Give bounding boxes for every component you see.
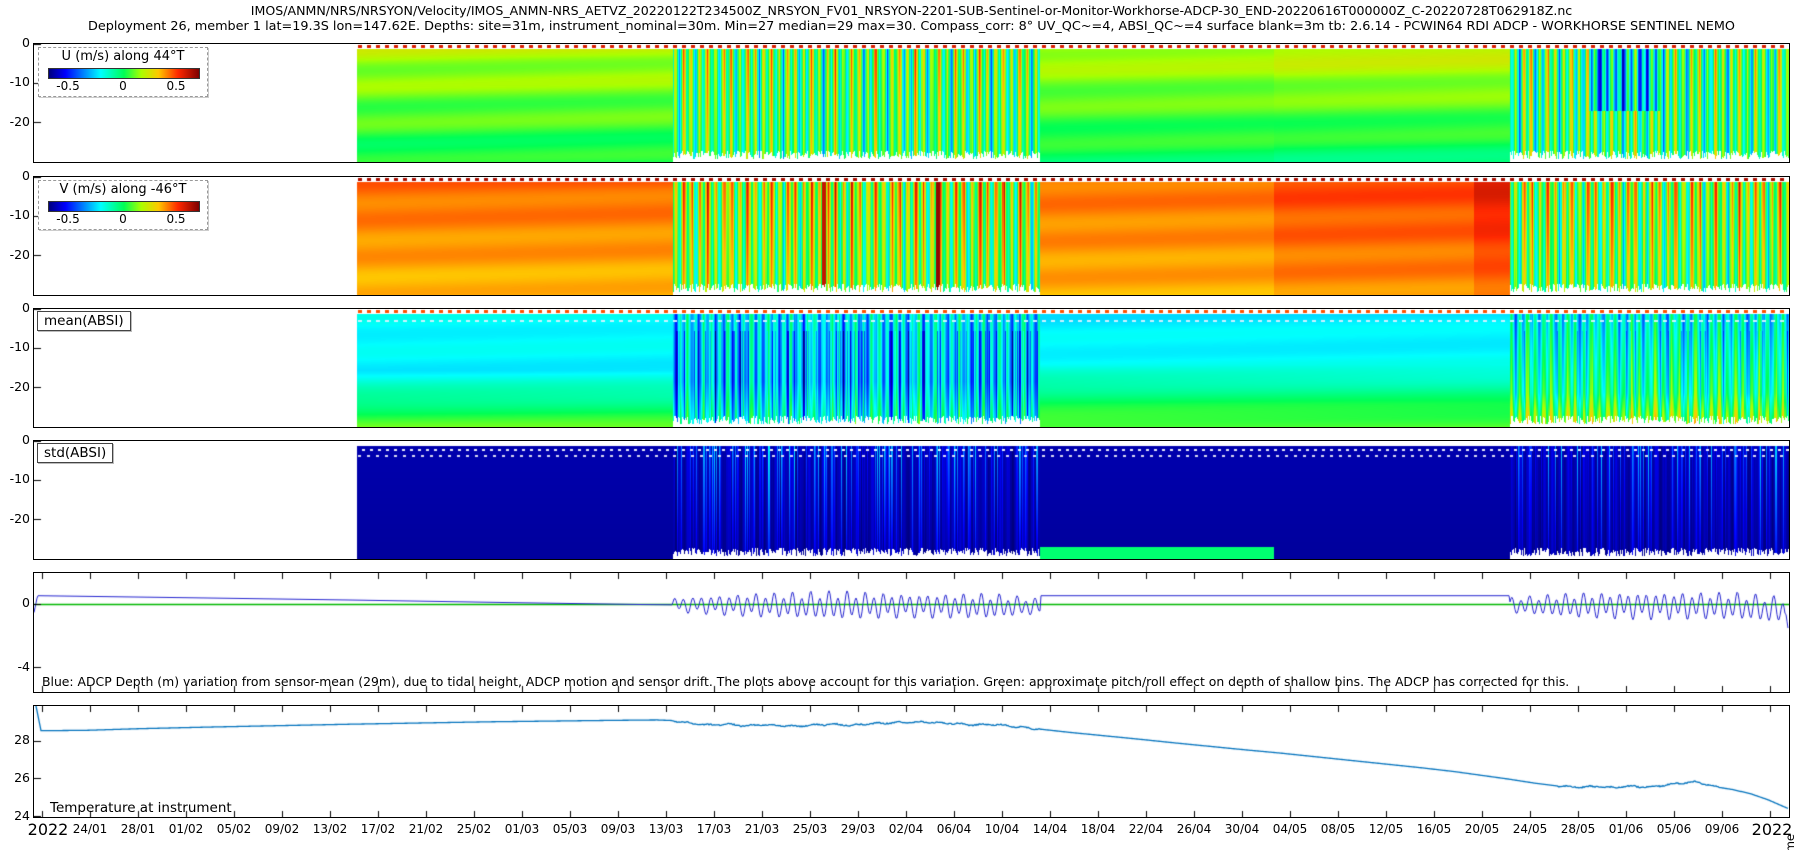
y-tick-label: -20 xyxy=(9,113,30,129)
y-tick-label: -10 xyxy=(9,74,30,90)
figure-title: IMOS/ANMN/NRS/NRSYON/Velocity/IMOS_ANMN-… xyxy=(250,3,1573,18)
u-colorbar-tick: 0.5 xyxy=(166,79,186,93)
panel-u-velocity: U (m/s) along 44°T -0.5 0 0.5 xyxy=(33,43,1790,163)
x-tick-label: 13/03 xyxy=(648,822,684,836)
x-tick-label: 24/01 xyxy=(72,822,108,836)
y-tick-label: 0 xyxy=(22,595,30,611)
x-tick-label: 21/02 xyxy=(408,822,444,836)
x-tick-label: 05/03 xyxy=(552,822,588,836)
adcp-deployment-figure: IMOS/ANMN/NRS/NRSYON/Velocity/IMOS_ANMN-… xyxy=(0,0,1800,850)
x-tick-label: 02/04 xyxy=(888,822,924,836)
y-tick-label: 24 xyxy=(14,808,30,823)
x-tick-label: 13/02 xyxy=(312,822,348,836)
x-tick-label: 22/04 xyxy=(1128,822,1164,836)
panel-depth-variation: Blue: ADCP Depth (m) variation from sens… xyxy=(33,572,1790,693)
x-tick-label: 12/05 xyxy=(1368,822,1404,836)
x-tick-label: 01/03 xyxy=(504,822,540,836)
x-tick-label: 24/05 xyxy=(1512,822,1548,836)
figure-subtitle: Deployment 26, member 1 lat=19.3S lon=14… xyxy=(87,19,1735,34)
u-legend-title: U (m/s) along 44°T xyxy=(61,49,185,64)
x-tick-label: 28/01 xyxy=(120,822,156,836)
x-tick-label: 06/04 xyxy=(936,822,972,836)
v-colorbar-tick: -0.5 xyxy=(56,212,80,226)
x-tick-label: 16/05 xyxy=(1416,822,1452,836)
v-colorbar-tick: 0.5 xyxy=(166,212,186,226)
x-tick-label: 09/02 xyxy=(264,822,300,836)
imos-credit-vertical: © IMOS 21-Dec-2024 21:56:07 Hobart time xyxy=(1783,834,1797,850)
y-tick-label: -20 xyxy=(9,378,30,394)
x-tick-label: 30/04 xyxy=(1224,822,1260,836)
temperature-lineplot xyxy=(34,706,1789,817)
u-colorbar-tick: -0.5 xyxy=(56,79,80,93)
y-tick-label: 0 xyxy=(22,168,30,183)
x-tick-label: 17/02 xyxy=(360,822,396,836)
y-tick-label: 0 xyxy=(22,300,30,315)
y-tick-label: -20 xyxy=(9,246,30,262)
y-tick-label: 28 xyxy=(14,731,30,747)
mean-absi-label: mean(ABSI) xyxy=(37,311,131,331)
x-tick-label: 05/02 xyxy=(216,822,252,836)
x-tick-label: 29/03 xyxy=(840,822,876,836)
x-tick-label: 18/04 xyxy=(1080,822,1116,836)
x-tick-label: 09/03 xyxy=(600,822,636,836)
y-tick-label: -10 xyxy=(9,471,30,487)
x-tick-label: 28/05 xyxy=(1560,822,1596,836)
y-tick-label: -10 xyxy=(9,207,30,223)
x-tick-label: 21/03 xyxy=(744,822,780,836)
v-velocity-heatmap xyxy=(34,177,1789,295)
temperature-label: Temperature at instrument xyxy=(50,800,232,816)
x-tick-label: 26/04 xyxy=(1176,822,1212,836)
y-tick-label: 0 xyxy=(22,35,30,50)
y-tick-label: -4 xyxy=(17,658,30,674)
y-tick-label: -10 xyxy=(9,339,30,355)
u-colorbar-tick: 0 xyxy=(119,79,127,93)
u-colorbar xyxy=(48,68,200,79)
std-absi-label: std(ABSI) xyxy=(37,443,114,463)
depth-variation-note: Blue: ADCP Depth (m) variation from sens… xyxy=(42,674,1570,689)
u-colorbar-legend: U (m/s) along 44°T -0.5 0 0.5 xyxy=(38,47,208,97)
y-tick-label: 0 xyxy=(22,432,30,447)
v-colorbar-legend: V (m/s) along -46°T -0.5 0 0.5 xyxy=(38,180,208,230)
x-tick-label: 05/06 xyxy=(1656,822,1692,836)
v-colorbar-tick: 0 xyxy=(119,212,127,226)
u-velocity-heatmap xyxy=(34,44,1789,162)
x-tick-label: 10/04 xyxy=(984,822,1020,836)
panel-mean-absi: mean(ABSI) xyxy=(33,308,1790,428)
panel-v-velocity: V (m/s) along -46°T -0.5 0 0.5 xyxy=(33,176,1790,296)
v-colorbar xyxy=(48,201,200,212)
x-tick-label: 09/06 xyxy=(1704,822,1740,836)
x-tick-label: 04/05 xyxy=(1272,822,1308,836)
y-tick-label: 26 xyxy=(14,770,30,786)
x-tick-label: 14/04 xyxy=(1032,822,1068,836)
x-tick-label: 01/02 xyxy=(168,822,204,836)
y-tick-label: -20 xyxy=(9,510,30,526)
x-tick-label: 25/02 xyxy=(456,822,492,836)
x-tick-label: 20/05 xyxy=(1464,822,1500,836)
panel-temperature: Temperature at instrument xyxy=(33,705,1790,818)
v-legend-title: V (m/s) along -46°T xyxy=(59,182,187,197)
panel-std-absi: std(ABSI) xyxy=(33,440,1790,560)
x-axis-year-start: 2022 xyxy=(27,820,69,839)
x-tick-label: 08/05 xyxy=(1320,822,1356,836)
x-tick-label: 17/03 xyxy=(696,822,732,836)
x-tick-label: 01/06 xyxy=(1608,822,1644,836)
std-absi-heatmap xyxy=(34,441,1789,559)
x-tick-label: 25/03 xyxy=(792,822,828,836)
mean-absi-heatmap xyxy=(34,309,1789,427)
